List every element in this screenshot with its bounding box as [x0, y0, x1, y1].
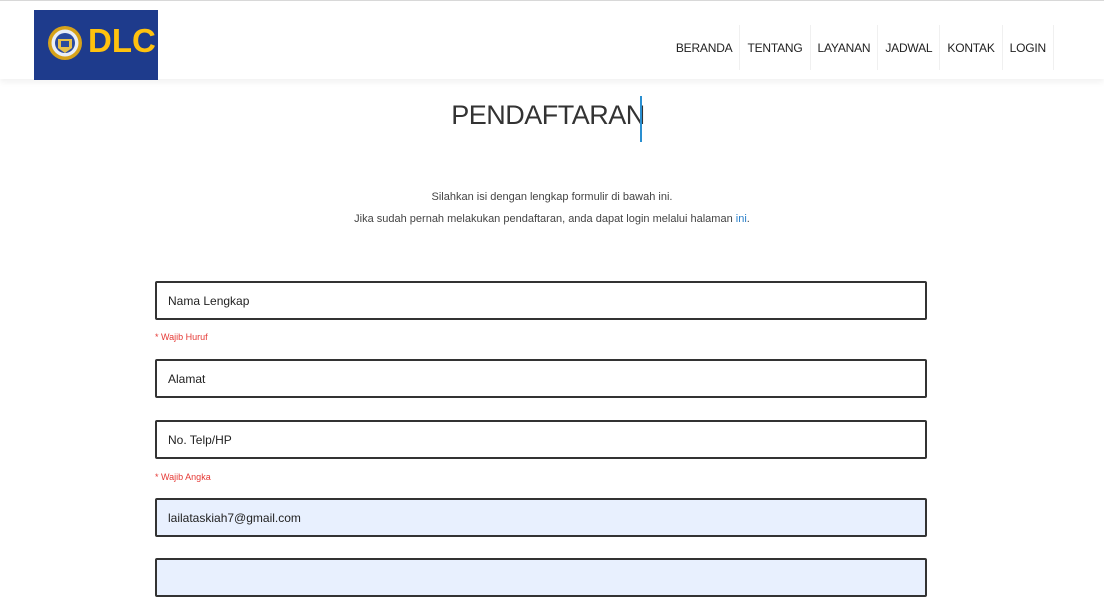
page-title: PENDAFTARAN	[451, 100, 645, 130]
nav-kontak[interactable]: KONTAK	[940, 25, 1003, 70]
intro-text: Silahkan isi dengan lengkap formulir di …	[0, 191, 1104, 235]
intro-line-2-suffix: .	[746, 213, 750, 225]
intro-line-2-text: Jika sudah pernah melakukan pendaftaran,…	[354, 213, 736, 225]
phone-hint: * Wajib Angka	[155, 472, 211, 482]
title-wrap: PENDAFTARAN	[0, 96, 1104, 130]
full-name-field[interactable]	[155, 281, 927, 320]
nav-tentang[interactable]: TENTANG	[740, 25, 811, 70]
logo[interactable]: DLC	[34, 10, 158, 80]
nav-jadwal[interactable]: JADWAL	[878, 25, 941, 70]
title-accent-bar	[640, 96, 642, 142]
site-header: DLC BERANDA TENTANG LAYANAN JADWAL KONTA…	[0, 1, 1104, 80]
intro-line-1: Silahkan isi dengan lengkap formulir di …	[431, 191, 673, 203]
login-link[interactable]: ini	[736, 213, 747, 225]
password-field[interactable]	[155, 558, 927, 597]
logo-text: DLC	[88, 22, 156, 59]
seal-icon	[48, 26, 82, 60]
nav-beranda[interactable]: BERANDA	[669, 25, 741, 70]
phone-field[interactable]	[155, 420, 927, 459]
intro-line-2: Jika sudah pernah melakukan pendaftaran,…	[0, 213, 1104, 226]
nav-login[interactable]: LOGIN	[1003, 25, 1054, 70]
nav-layanan[interactable]: LAYANAN	[811, 25, 879, 70]
main-nav: BERANDA TENTANG LAYANAN JADWAL KONTAK LO…	[669, 25, 1054, 70]
email-field[interactable]	[155, 498, 927, 537]
address-field[interactable]	[155, 359, 927, 398]
name-hint: * Wajib Huruf	[155, 332, 208, 342]
